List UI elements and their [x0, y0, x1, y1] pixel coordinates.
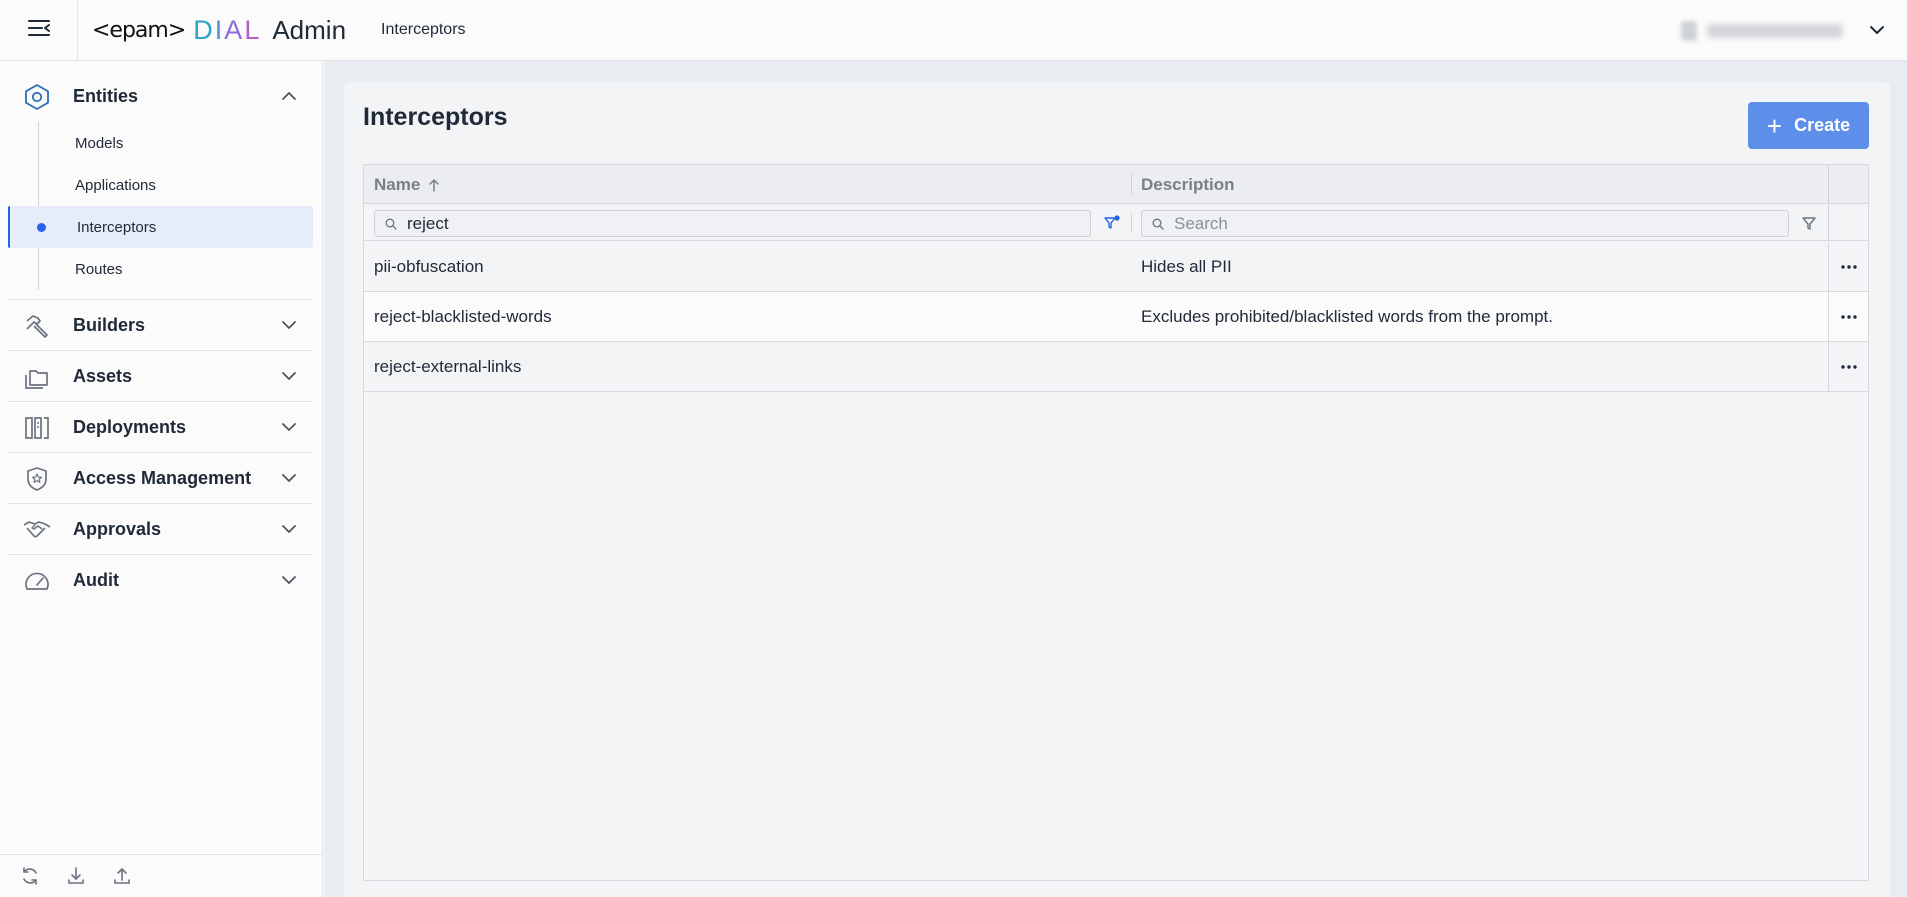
- sidebar-item-applications[interactable]: Applications: [0, 164, 323, 206]
- table-header: Name Description: [364, 165, 1868, 204]
- upload-icon[interactable]: [112, 866, 132, 886]
- nav-label: Access Management: [73, 468, 252, 488]
- more-actions-icon[interactable]: [1828, 242, 1868, 292]
- column-header-description[interactable]: Description: [1141, 165, 1235, 204]
- column-separator: [1828, 205, 1829, 241]
- folders-icon: [22, 362, 52, 392]
- cell-description: Excludes prohibited/blacklisted words fr…: [1141, 306, 1553, 326]
- epam-logo-text: <epam>: [92, 17, 186, 43]
- sort-ascending-icon: [428, 178, 440, 192]
- active-dot: [37, 222, 46, 232]
- chevron-down-icon: [281, 317, 297, 338]
- nav-audit[interactable]: Audit: [0, 555, 323, 606]
- interceptors-table: Name Description pii-obfuscation Hides a…: [363, 164, 1869, 881]
- cell-description: Hides all PII: [1141, 256, 1232, 276]
- nav-approvals[interactable]: Approvals: [0, 504, 323, 555]
- column-header-name[interactable]: Name: [374, 165, 440, 204]
- deployments-icon: [22, 413, 52, 443]
- column-separator: [1131, 213, 1132, 233]
- entities-sub-list: Models Applications Interceptors Routes: [0, 122, 323, 290]
- chevron-up-icon: [281, 88, 297, 109]
- hexagon-icon: [22, 82, 52, 112]
- chevron-down-icon: [1869, 22, 1885, 40]
- filter-row: [364, 205, 1868, 241]
- sidebar: Entities Models Applications Interceptor…: [0, 61, 323, 897]
- nav-label: Assets: [73, 366, 133, 386]
- nav-label: Audit: [73, 570, 119, 590]
- nav-label: Entities: [73, 86, 139, 106]
- name-filter-input[interactable]: [407, 213, 1042, 234]
- download-icon[interactable]: [66, 866, 86, 886]
- cell-name: pii-obfuscation: [374, 256, 484, 276]
- chevron-down-icon: [281, 572, 297, 593]
- handshake-icon: [22, 515, 52, 545]
- filter-active-icon[interactable]: [1104, 215, 1120, 236]
- top-header: <epam> DIAL Admin Interceptors: [0, 0, 1907, 61]
- filter-icon[interactable]: [1801, 215, 1817, 236]
- nav-entities[interactable]: Entities: [0, 71, 323, 122]
- column-separator: [1131, 173, 1132, 195]
- nav-label: Deployments: [73, 417, 187, 437]
- nav-access-management[interactable]: Access Management: [0, 453, 323, 504]
- admin-logo-text: Admin: [272, 14, 347, 45]
- more-actions-icon[interactable]: [1828, 292, 1868, 342]
- nav-label: Builders: [73, 315, 146, 335]
- app-logo[interactable]: <epam> DIAL Admin: [92, 0, 346, 61]
- cell-name: reject-blacklisted-words: [374, 306, 552, 326]
- nav-deployments[interactable]: Deployments: [0, 402, 323, 453]
- menu-collapse-icon: [27, 18, 51, 43]
- search-icon: [385, 218, 397, 230]
- gauge-icon: [22, 566, 52, 596]
- table-row[interactable]: reject-blacklisted-words Excludes prohib…: [364, 292, 1868, 342]
- sidebar-item-models[interactable]: Models: [0, 122, 323, 164]
- sidebar-footer: [0, 854, 323, 897]
- create-button[interactable]: + Create: [1748, 102, 1869, 149]
- chevron-down-icon: [281, 368, 297, 389]
- hammer-icon: [22, 311, 52, 341]
- table-row[interactable]: pii-obfuscation Hides all PII: [364, 242, 1868, 292]
- chevron-down-icon: [281, 470, 297, 491]
- user-name-redacted: [1707, 23, 1843, 38]
- search-icon: [1152, 218, 1164, 230]
- user-avatar-icon: [1681, 20, 1697, 41]
- refresh-icon[interactable]: [20, 866, 40, 886]
- sidebar-item-routes[interactable]: Routes: [0, 248, 323, 290]
- page-title: Interceptors: [363, 103, 508, 131]
- column-separator: [1828, 165, 1829, 204]
- chevron-down-icon: [281, 419, 297, 440]
- more-actions-icon[interactable]: [1828, 342, 1868, 392]
- nav-builders[interactable]: Builders: [0, 300, 323, 351]
- name-filter-field[interactable]: [374, 210, 1091, 237]
- nav-assets[interactable]: Assets: [0, 351, 323, 402]
- sidebar-item-interceptors[interactable]: Interceptors: [8, 206, 313, 248]
- cell-name: reject-external-links: [374, 356, 522, 376]
- chevron-down-icon: [281, 521, 297, 542]
- shield-star-icon: [22, 464, 52, 494]
- nav-group-entities: Entities Models Applications Interceptor…: [0, 71, 323, 290]
- user-menu[interactable]: [1681, 0, 1885, 61]
- description-filter-field[interactable]: [1141, 210, 1789, 237]
- dial-logo-text: DIAL: [193, 14, 262, 45]
- description-filter-input[interactable]: [1174, 213, 1747, 234]
- table-row[interactable]: reject-external-links: [364, 342, 1868, 392]
- create-label: Create: [1794, 115, 1851, 135]
- plus-icon: +: [1766, 110, 1783, 141]
- nav-label: Approvals: [73, 519, 162, 539]
- header-page-title: Interceptors: [381, 21, 466, 38]
- menu-toggle-button[interactable]: [0, 0, 78, 61]
